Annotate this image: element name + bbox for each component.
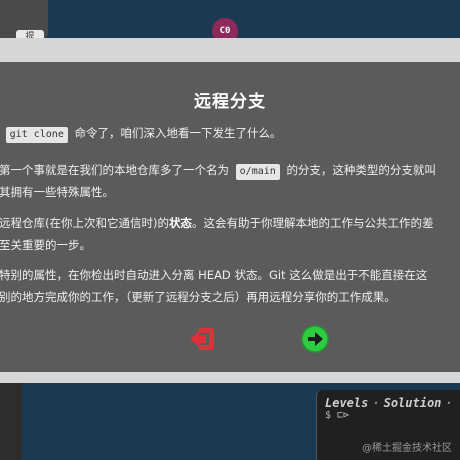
dialog-paragraph-4: 一个特别的属性，在你检出时自动进入分离 HEAD 状态。Git 这么做是出于不能… [0,264,460,308]
p3-bold-state: 状态 [168,216,192,230]
p2-line2: 导致其拥有一些特殊属性。 [0,185,114,199]
levels-link[interactable]: Levels [325,396,368,410]
back-button[interactable] [187,324,217,354]
p3-line1-after: 。这会有助于你理解本地的工作与公共工作的差 [191,216,434,230]
tutorial-dialog: 远程分支 看过 git clone 命令了，咱们深入地看一下发生了什么。 到的第… [0,62,460,372]
p4-line2: 须在别的地方完成你的工作，（更新了远程分支之后）再用远程分享你的工作成果。 [0,290,396,304]
arrow-right-circle-icon [301,325,329,353]
levels-panel-header: Levels · Solution · [325,396,457,410]
separator-2: · [445,396,453,410]
code-o-main: o/main [235,164,280,180]
p1-text-after: 命令了，咱们深入地看一下发生了什么。 [74,126,282,140]
terminal-prompt: $ ⊏⊳ [325,410,350,421]
dialog-title: 远程分支 [194,92,266,112]
watermark: @稀土掘金技术社区 [362,443,452,454]
p2-line1-after: 的分支，这种类型的分支就叫 [286,163,436,177]
p4-line1: 一个特别的属性，在你检出时自动进入分离 HEAD 状态。Git 这么做是出于不能… [0,268,428,282]
code-git-clone: git clone [5,127,68,143]
p2-line1-before: 到的第一个事就是在我们的本地仓库多了一个名为 [0,163,229,177]
dialog-paragraph-1: 看过 git clone 命令了，咱们深入地看一下发生了什么。 [0,122,460,144]
solution-link[interactable]: Solution [384,396,442,410]
background-side-strip [0,372,22,460]
dialog-paragraph-3: 映了远程仓库(在你上次和它通信时)的状态。这会有助于你理解本地的工作与公共工作的… [0,212,460,256]
dialog-paragraph-2: 到的第一个事就是在我们的本地仓库多了一个名为 o/main 的分支，这种类型的分… [0,159,460,203]
separator: · [372,396,380,410]
next-button[interactable] [300,324,330,354]
p3-line1-before: 映了远程仓库(在你上次和它通信时)的 [0,216,169,230]
exit-back-icon [190,328,214,350]
p3-line2: 果前至关重要的一步。 [0,238,91,252]
